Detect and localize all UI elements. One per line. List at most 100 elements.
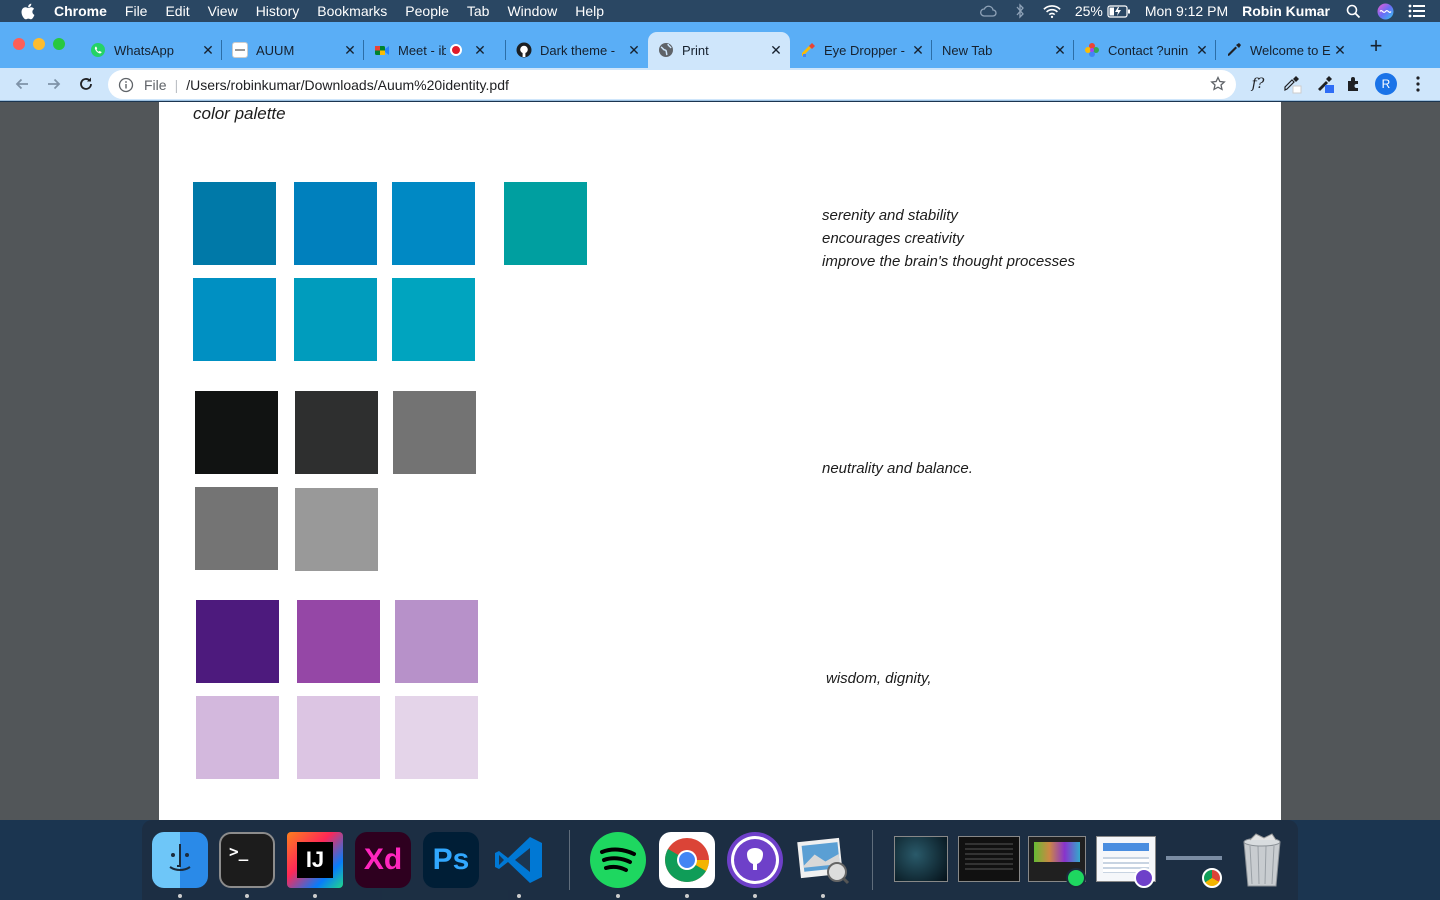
siri-icon[interactable] xyxy=(1376,3,1394,19)
address-bar[interactable]: File | /Users/robinkumar/Downloads/Auum%… xyxy=(108,70,1236,99)
photoshop-icon[interactable]: Ps xyxy=(423,832,479,888)
chrome-menu-icon[interactable] xyxy=(1408,74,1428,94)
tab-dark-theme[interactable]: Dark theme - ✕ xyxy=(506,32,648,68)
macos-menu-bar: Chrome File Edit View History Bookmarks … xyxy=(0,0,1440,22)
back-button[interactable] xyxy=(11,73,33,95)
zoom-window-button[interactable] xyxy=(53,38,65,50)
description-line: serenity and stability xyxy=(822,207,958,224)
tab-title: New Tab xyxy=(942,42,993,58)
menu-edit[interactable]: Edit xyxy=(165,3,189,19)
spotify-icon[interactable] xyxy=(590,832,646,888)
cloud-icon[interactable] xyxy=(979,3,997,19)
chrome-badge-icon xyxy=(1202,868,1222,888)
extensions-puzzle-icon[interactable] xyxy=(1344,74,1364,94)
notification-center-icon[interactable] xyxy=(1408,3,1426,19)
menu-bookmarks[interactable]: Bookmarks xyxy=(317,3,387,19)
new-tab-button[interactable]: + xyxy=(1366,35,1386,57)
forward-button[interactable] xyxy=(43,73,65,95)
description-line: encourages creativity xyxy=(822,230,964,247)
status-area: 25% Mon 9:12 PM Robin Kumar xyxy=(979,0,1426,22)
color-swatch xyxy=(195,487,278,570)
spotlight-search-icon[interactable] xyxy=(1344,3,1362,19)
battery-charging-icon[interactable] xyxy=(1107,3,1131,19)
tab-print[interactable]: Print ✕ xyxy=(648,32,790,68)
header-preview xyxy=(1103,843,1149,851)
running-indicator xyxy=(517,894,521,898)
trash-icon[interactable] xyxy=(1234,832,1290,888)
close-tab-icon[interactable]: ✕ xyxy=(342,42,358,59)
tab-title: Welcome to E xyxy=(1250,42,1331,58)
bluetooth-icon[interactable] xyxy=(1011,3,1029,19)
minimized-window-thumbnail[interactable] xyxy=(1166,856,1222,860)
preview-icon[interactable] xyxy=(795,832,851,888)
bookmark-star-icon[interactable] xyxy=(1210,75,1226,92)
minimized-window-thumbnail[interactable] xyxy=(958,836,1020,882)
menu-window[interactable]: Window xyxy=(507,3,557,19)
reload-button[interactable] xyxy=(75,73,97,95)
color-swatch xyxy=(196,600,279,683)
menu-history[interactable]: History xyxy=(256,3,300,19)
minimize-window-button[interactable] xyxy=(33,38,45,50)
menu-file[interactable]: File xyxy=(125,3,148,19)
menu-tab[interactable]: Tab xyxy=(467,3,490,19)
document-icon xyxy=(232,42,248,58)
clock[interactable]: Mon 9:12 PM xyxy=(1145,3,1228,19)
color-swatch xyxy=(504,182,587,265)
close-tab-icon[interactable]: ✕ xyxy=(1332,42,1348,59)
pdf-page: color palette serenity and stability enc… xyxy=(159,102,1281,820)
tab-welcome[interactable]: Welcome to E ✕ xyxy=(1216,32,1354,68)
tab-eye-dropper[interactable]: Eye Dropper - ✕ xyxy=(790,32,932,68)
profile-avatar[interactable]: R xyxy=(1375,73,1397,95)
menu-people[interactable]: People xyxy=(405,3,449,19)
meet-icon xyxy=(374,42,390,58)
running-indicator xyxy=(616,894,620,898)
wifi-icon[interactable] xyxy=(1043,3,1061,19)
github-badge-icon xyxy=(1134,868,1154,888)
close-tab-icon[interactable]: ✕ xyxy=(1052,42,1068,59)
terminal-icon[interactable]: >_ xyxy=(219,832,275,888)
menu-chrome[interactable]: Chrome xyxy=(54,3,107,19)
url-text[interactable]: /Users/robinkumar/Downloads/Auum%20ident… xyxy=(186,77,509,93)
running-indicator xyxy=(685,894,689,898)
minimized-window-thumbnail[interactable] xyxy=(894,836,948,882)
close-tab-icon[interactable]: ✕ xyxy=(910,42,926,59)
color-swatch xyxy=(395,600,478,683)
menu-help[interactable]: Help xyxy=(575,3,604,19)
vscode-icon[interactable] xyxy=(491,832,547,888)
color-swatch xyxy=(392,278,475,361)
color-picker-extension-icon[interactable] xyxy=(1315,74,1335,94)
tab-contact[interactable]: Contact ?unin ✕ xyxy=(1074,32,1216,68)
finder-icon[interactable] xyxy=(152,832,208,888)
tab-title: Eye Dropper - xyxy=(824,42,905,58)
close-tab-icon[interactable]: ✕ xyxy=(472,42,488,59)
close-tab-icon[interactable]: ✕ xyxy=(200,42,216,59)
tab-title: Meet - ibp xyxy=(398,42,446,58)
tab-title: Dark theme - xyxy=(540,42,616,58)
close-window-button[interactable] xyxy=(13,38,25,50)
github-desktop-icon[interactable] xyxy=(727,832,783,888)
chrome-icon[interactable] xyxy=(659,832,715,888)
color-swatch xyxy=(195,391,278,474)
close-tab-icon[interactable]: ✕ xyxy=(626,42,642,59)
running-indicator xyxy=(821,894,825,898)
color-swatch xyxy=(295,391,378,474)
font-finder-extension-icon[interactable]: f? xyxy=(1248,74,1268,94)
color-swatch xyxy=(294,278,377,361)
close-tab-icon[interactable]: ✕ xyxy=(768,42,784,59)
info-icon[interactable] xyxy=(118,77,134,93)
tab-auum[interactable]: AUUM ✕ xyxy=(222,32,364,68)
menu-view[interactable]: View xyxy=(208,3,238,19)
apple-icon[interactable] xyxy=(20,3,36,19)
user-name[interactable]: Robin Kumar xyxy=(1242,3,1330,19)
tab-meet[interactable]: Meet - ibp ✕ xyxy=(364,32,506,68)
eyedropper-extension-icon[interactable] xyxy=(1282,74,1302,94)
tab-whatsapp[interactable]: WhatsApp ✕ xyxy=(80,32,222,68)
intellij-idea-icon[interactable]: IJ xyxy=(287,832,343,888)
page-heading: color palette xyxy=(193,104,286,123)
close-tab-icon[interactable]: ✕ xyxy=(1194,42,1210,59)
adobe-xd-icon[interactable]: Xd xyxy=(355,832,411,888)
pdf-viewer[interactable]: color palette serenity and stability enc… xyxy=(0,102,1440,820)
tab-new-tab[interactable]: New Tab ✕ xyxy=(932,32,1074,68)
browser-toolbar: File | /Users/robinkumar/Downloads/Auum%… xyxy=(0,68,1440,101)
tab-title: AUUM xyxy=(256,42,295,58)
